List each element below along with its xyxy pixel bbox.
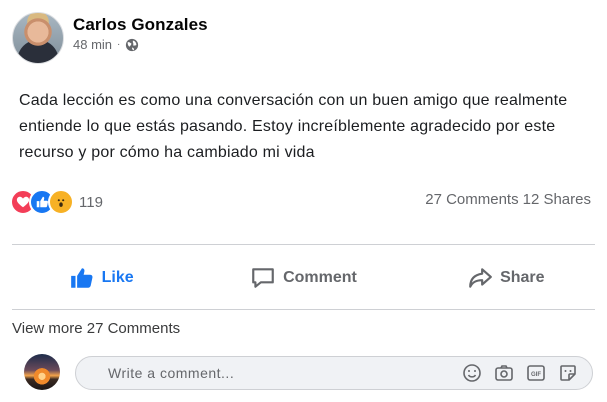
svg-text:GIF: GIF [531, 372, 541, 378]
share-label: Share [500, 269, 545, 286]
post-time[interactable]: 48 min [73, 37, 112, 52]
gif-icon[interactable]: GIF [526, 363, 546, 383]
camera-icon[interactable] [494, 363, 514, 383]
post-body: Cada lección es como una conversación co… [19, 92, 568, 161]
comment-button[interactable]: Comment [202, 245, 404, 311]
comment-count[interactable]: 27 Comments [425, 191, 518, 208]
divider-bottom [12, 309, 595, 310]
meta-separator: · [117, 39, 121, 50]
like-button[interactable]: Like [0, 245, 202, 311]
action-bar: Like Comment Share [0, 245, 607, 311]
comment-input[interactable] [106, 364, 462, 382]
author-name[interactable]: Carlos Gonzales [73, 15, 208, 35]
view-more-comments[interactable]: View more 27 Comments [12, 320, 180, 337]
composer-icons: GIF [462, 363, 578, 383]
like-label: Like [101, 269, 134, 286]
engagement-counts: 27 Comments 12 Shares [425, 191, 591, 208]
reaction-count: 119 [79, 193, 103, 211]
globe-icon [126, 38, 139, 51]
comment-composer: GIF [75, 356, 593, 390]
comment-icon [252, 268, 274, 288]
wow-icon [48, 189, 74, 215]
comment-label: Comment [283, 269, 357, 286]
thumbs-up-icon [70, 268, 93, 288]
share-icon [469, 268, 492, 288]
reactions-summary[interactable]: 119 [10, 189, 103, 215]
share-button[interactable]: Share [405, 245, 607, 311]
sticker-icon[interactable] [558, 363, 578, 383]
current-user-avatar[interactable] [24, 354, 60, 390]
emoji-icon[interactable] [462, 363, 482, 383]
share-count[interactable]: 12 Shares [523, 191, 591, 208]
post-meta: 48 min · [73, 37, 139, 52]
author-avatar[interactable] [12, 12, 64, 64]
